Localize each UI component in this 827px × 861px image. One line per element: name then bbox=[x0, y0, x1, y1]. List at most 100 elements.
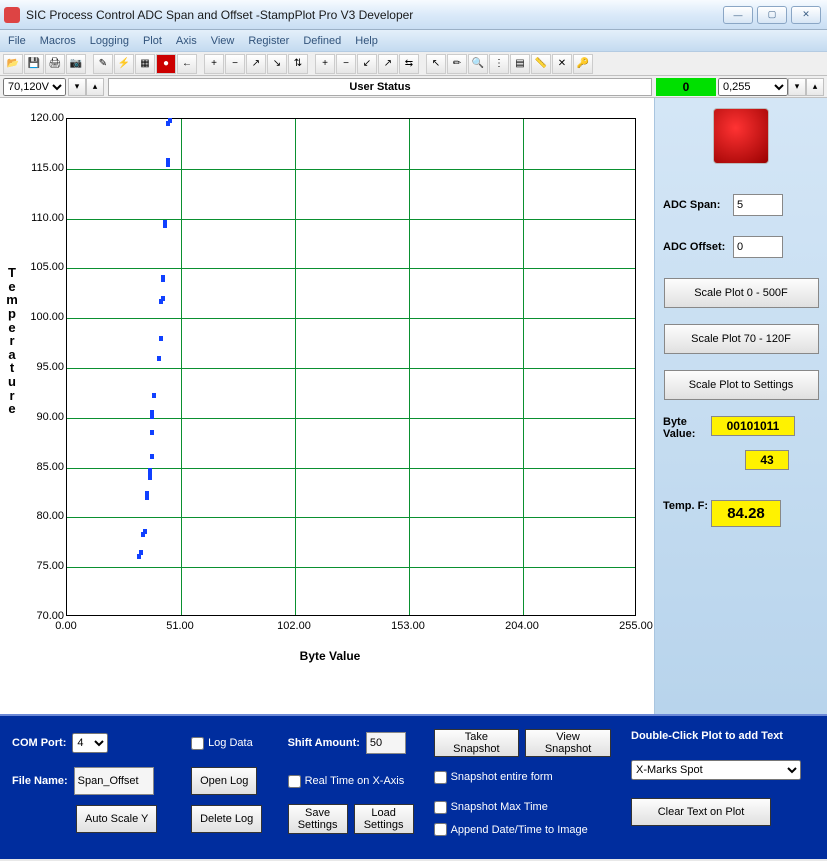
calc-icon[interactable]: ▤ bbox=[510, 54, 530, 74]
menu-logging[interactable]: Logging bbox=[90, 35, 129, 47]
y-tick: 80.00 bbox=[20, 510, 64, 522]
bottom-panel: COM Port: 4 File Name: Auto Scale Y Log … bbox=[0, 714, 827, 859]
menu-view[interactable]: View bbox=[211, 35, 235, 47]
y-down-icon[interactable]: ↘ bbox=[267, 54, 287, 74]
menu-defined[interactable]: Defined bbox=[303, 35, 341, 47]
user-status-field: User Status bbox=[108, 78, 652, 96]
y-tick: 105.00 bbox=[20, 261, 64, 273]
app-icon bbox=[4, 7, 20, 23]
shift-amount-label: Shift Amount: bbox=[288, 737, 360, 749]
menu-file[interactable]: File bbox=[8, 35, 26, 47]
data-point bbox=[168, 118, 172, 123]
y-range-select[interactable]: 70,120V bbox=[3, 78, 66, 96]
marker-icon[interactable]: ✎ bbox=[93, 54, 113, 74]
adc-span-input[interactable] bbox=[733, 194, 783, 216]
file-name-input[interactable] bbox=[74, 767, 154, 795]
x-fit-icon[interactable]: ⇆ bbox=[399, 54, 419, 74]
points-icon[interactable]: ⋮ bbox=[489, 54, 509, 74]
plot-area[interactable]: Temperature Byte Value 70.0075.0080.0085… bbox=[0, 98, 654, 714]
stamps-logo-icon bbox=[713, 108, 769, 164]
x-plus-icon[interactable]: + bbox=[315, 54, 335, 74]
save-settings-button[interactable]: Save Settings bbox=[288, 804, 348, 834]
menu-register[interactable]: Register bbox=[248, 35, 289, 47]
open-icon[interactable]: 📂 bbox=[3, 54, 23, 74]
data-point bbox=[148, 468, 152, 473]
menu-axis[interactable]: Axis bbox=[176, 35, 197, 47]
log-data-checkbox[interactable] bbox=[191, 737, 204, 750]
y-minus-icon[interactable]: − bbox=[225, 54, 245, 74]
x-range-down-icon[interactable]: ▾ bbox=[788, 78, 806, 96]
camera-icon[interactable]: 📷 bbox=[66, 54, 86, 74]
append-dt-checkbox[interactable] bbox=[434, 823, 447, 836]
data-point bbox=[143, 529, 147, 534]
cross-icon[interactable]: ✕ bbox=[552, 54, 572, 74]
minimize-button[interactable]: — bbox=[723, 6, 753, 24]
snapshot-max-checkbox[interactable] bbox=[434, 801, 447, 814]
x-range-select[interactable]: 0,255 bbox=[718, 78, 788, 96]
real-time-checkbox[interactable] bbox=[288, 775, 301, 788]
wand-icon[interactable]: ⚡ bbox=[114, 54, 134, 74]
print-icon[interactable]: 🖨 bbox=[45, 54, 65, 74]
scale-0-500-button[interactable]: Scale Plot 0 - 500F bbox=[664, 278, 819, 308]
data-point bbox=[139, 550, 143, 555]
back-icon[interactable]: ← bbox=[177, 54, 197, 74]
x-tick: 153.00 bbox=[388, 620, 428, 632]
key-icon[interactable]: 🔑 bbox=[573, 54, 593, 74]
y-range-up-icon[interactable]: ▴ bbox=[86, 78, 104, 96]
data-point bbox=[152, 393, 156, 398]
counter-display: 0 bbox=[656, 78, 716, 96]
x-left-icon[interactable]: ↙ bbox=[357, 54, 377, 74]
menu-macros[interactable]: Macros bbox=[40, 35, 76, 47]
cursor-icon[interactable]: ↖ bbox=[426, 54, 446, 74]
data-point bbox=[150, 454, 154, 459]
y-tick: 95.00 bbox=[20, 361, 64, 373]
menu-help[interactable]: Help bbox=[355, 35, 378, 47]
y-tick: 90.00 bbox=[20, 411, 64, 423]
clear-text-button[interactable]: Clear Text on Plot bbox=[631, 798, 771, 826]
adc-offset-label: ADC Offset: bbox=[663, 241, 733, 253]
x-minus-icon[interactable]: − bbox=[336, 54, 356, 74]
y-tick: 100.00 bbox=[20, 311, 64, 323]
save-icon[interactable]: 💾 bbox=[24, 54, 44, 74]
y-fit-icon[interactable]: ⇅ bbox=[288, 54, 308, 74]
toolbar: 📂 💾 🖨 📷 ✎ ⚡ ▦ ● ← + − ↗ ↘ ⇅ + − ↙ ↗ ⇆ ↖ … bbox=[0, 52, 827, 76]
stop-icon[interactable]: ● bbox=[156, 54, 176, 74]
scale-70-120-button[interactable]: Scale Plot 70 - 120F bbox=[664, 324, 819, 354]
view-snapshot-button[interactable]: View Snapshot bbox=[525, 729, 611, 757]
data-point bbox=[150, 410, 154, 415]
load-settings-button[interactable]: Load Settings bbox=[354, 804, 414, 834]
snapshot-form-checkbox[interactable] bbox=[434, 771, 447, 784]
maximize-button[interactable]: ▢ bbox=[757, 6, 787, 24]
y-up-icon[interactable]: ↗ bbox=[246, 54, 266, 74]
x-range-up-icon[interactable]: ▴ bbox=[806, 78, 824, 96]
data-point bbox=[150, 430, 154, 435]
close-button[interactable]: ✕ bbox=[791, 6, 821, 24]
file-name-label: File Name: bbox=[12, 775, 68, 787]
byte-decimal-display: 43 bbox=[745, 450, 789, 470]
y-range-down-icon[interactable]: ▾ bbox=[68, 78, 86, 96]
scale-settings-button[interactable]: Scale Plot to Settings bbox=[664, 370, 819, 400]
x-right-icon[interactable]: ↗ bbox=[378, 54, 398, 74]
adc-offset-input[interactable] bbox=[733, 236, 783, 258]
take-snapshot-button[interactable]: Take Snapshot bbox=[434, 729, 520, 757]
com-port-select[interactable]: 4 bbox=[72, 733, 108, 753]
delete-log-button[interactable]: Delete Log bbox=[191, 805, 262, 833]
grid-icon[interactable]: ▦ bbox=[135, 54, 155, 74]
y-tick: 85.00 bbox=[20, 461, 64, 473]
open-log-button[interactable]: Open Log bbox=[191, 767, 257, 795]
x-tick: 204.00 bbox=[502, 620, 542, 632]
auto-scale-y-button[interactable]: Auto Scale Y bbox=[76, 805, 157, 833]
data-point bbox=[145, 491, 149, 496]
y-plus-icon[interactable]: + bbox=[204, 54, 224, 74]
plot-canvas[interactable] bbox=[66, 118, 636, 616]
text-mode-select[interactable]: X-Marks Spot bbox=[631, 760, 801, 780]
status-row: 70,120V ▾ ▴ User Status 0 0,255 ▾ ▴ bbox=[0, 76, 827, 98]
shift-amount-input[interactable] bbox=[366, 732, 406, 754]
log-data-label: Log Data bbox=[208, 737, 253, 749]
x-axis-label: Byte Value bbox=[300, 649, 361, 663]
pen-icon[interactable]: ✏ bbox=[447, 54, 467, 74]
menu-plot[interactable]: Plot bbox=[143, 35, 162, 47]
menu-bar: File Macros Logging Plot Axis View Regis… bbox=[0, 30, 827, 52]
ruler-icon[interactable]: 📏 bbox=[531, 54, 551, 74]
zoom-icon[interactable]: 🔍 bbox=[468, 54, 488, 74]
